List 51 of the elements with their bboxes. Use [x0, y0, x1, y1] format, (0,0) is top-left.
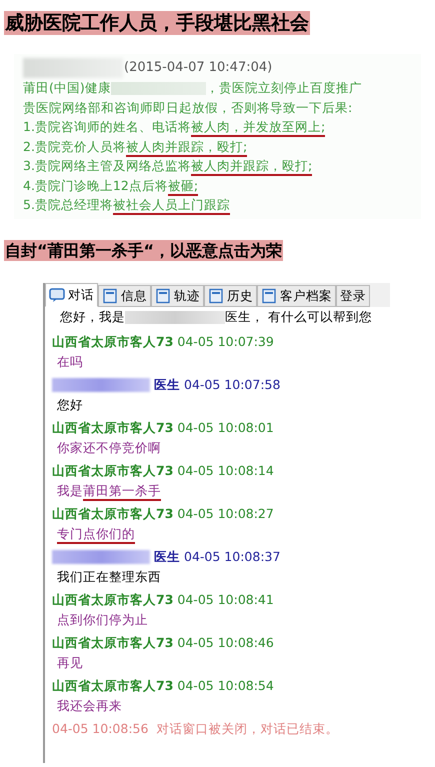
document-icon	[208, 288, 224, 304]
chat-bubble-icon	[49, 287, 65, 303]
message-line: 5.贵院总经理将被社会人员上门跟踪	[23, 195, 412, 214]
message-line: 4.贵院门诊晚上12点后将被砸;	[23, 176, 412, 195]
message-line: 2.贵院竞价人员将被人肉并跟踪，殴打;	[23, 136, 412, 156]
message-text: 再见	[56, 654, 84, 672]
message-time: 04-05 10:08:14	[177, 462, 274, 480]
message-text: 点到你们停为止	[56, 611, 149, 629]
tab[interactable]: 轨迹	[151, 285, 204, 307]
greeting-message: 您好，我是 医生， 有什么可以帮到您	[59, 308, 373, 326]
message-text: 我们正在整理东西	[56, 568, 162, 586]
system-time: 04-05 10:08:56	[52, 720, 148, 738]
sender-name: 山西省太原市客人73	[52, 332, 174, 350]
message-timestamp: (2015-04-07 10:47:04)	[124, 59, 272, 78]
document-icon	[155, 288, 171, 304]
message-text: 你家还不停竞价啊	[56, 439, 162, 457]
message-time: 04-05 10:07:58	[184, 376, 280, 394]
message-text: 专门点你们的	[52, 524, 390, 544]
sender-name: 医生	[154, 376, 180, 394]
sender-name: 山西省太原市客人73	[52, 418, 174, 436]
tab[interactable]: 信息	[98, 285, 151, 307]
sender-name: 山西省太原市客人73	[52, 676, 174, 694]
sender-name: 山西省太原市客人73	[52, 634, 174, 652]
sender-name: 山西省太原市客人73	[52, 462, 174, 480]
sender-name: 医生	[154, 548, 180, 566]
message-time: 04-05 10:08:27	[177, 504, 274, 522]
message-time: 04-05 10:08:37	[184, 548, 280, 566]
message-time: 04-05 10:08:01	[177, 418, 274, 436]
sender-name: 山西省太原市客人73	[52, 504, 174, 522]
message-line: 莆田(中国)健康 ，贵医院立刻停止百度推广	[23, 79, 363, 98]
document-icon	[102, 288, 118, 304]
message-text: 在吗	[56, 353, 84, 371]
tab[interactable]: 对话	[45, 283, 98, 307]
headline: 威胁医院工作人员，手段堪比黑社会	[4, 11, 310, 35]
headline: 自封“莆田第一杀手“，以恶意点击为荣	[4, 240, 284, 261]
message-time: 04-05 10:08:54	[177, 676, 274, 694]
system-message: 对话窗口被关闭，对话已结束。	[156, 720, 338, 738]
message-line: 贵医院网络部和咨询师即日起放假，否则将导致一下后果:	[23, 98, 354, 116]
message-text: 我是莆田第一杀手	[52, 481, 390, 502]
message-text: 我还会再来	[56, 697, 123, 715]
message-time: 04-05 10:08:46	[177, 634, 274, 652]
message-time: 04-05 10:08:41	[177, 590, 274, 608]
message-line: 3.贵院网络主管及网络总监将被人肉并跟踪，殴打;	[23, 156, 412, 176]
tab[interactable]: 历史	[204, 285, 257, 307]
document-icon	[261, 288, 277, 304]
sender-name: 山西省太原市客人73	[52, 590, 174, 608]
tab[interactable]: 客户档案	[257, 285, 336, 307]
message-line: 1.贵院咨询师的姓名、电话将被人肉，并发放至网上;	[23, 117, 412, 136]
tab[interactable]: 登录	[336, 285, 370, 307]
message-text: 您好	[56, 396, 84, 414]
message-time: 04-05 10:07:39	[177, 332, 274, 350]
